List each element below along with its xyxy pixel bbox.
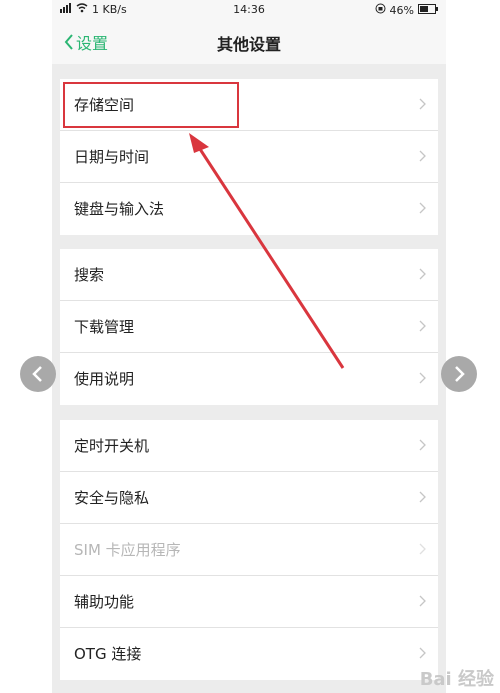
watermark: Bai 经验 <box>419 669 494 690</box>
carousel-prev-button[interactable] <box>20 356 56 392</box>
annotation-arrow <box>189 133 345 369</box>
chevron-left-icon <box>32 366 42 382</box>
carousel-next-button[interactable] <box>441 356 477 392</box>
chevron-right-icon <box>455 366 465 382</box>
